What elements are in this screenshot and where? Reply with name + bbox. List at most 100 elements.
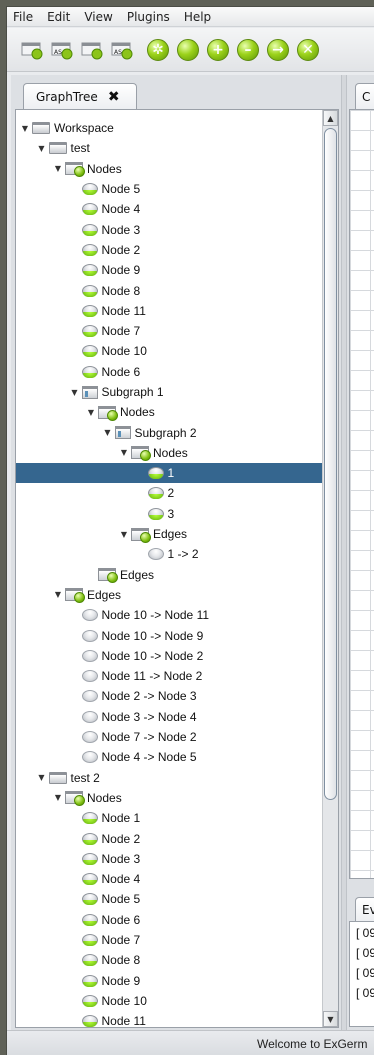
tree-row-label: Node 10 -> Node 2 xyxy=(101,648,204,663)
tree-row[interactable]: Node 5 xyxy=(16,179,322,199)
tree-row-label: Node 7 xyxy=(101,933,141,948)
tree-row[interactable]: Node 2 xyxy=(16,828,322,848)
menu-edit[interactable]: Edit xyxy=(47,10,70,24)
new-graph-button[interactable] xyxy=(21,40,43,60)
app-window: File Edit View Plugins Help AS AS ✲ + – … xyxy=(6,6,374,1055)
tree-row[interactable]: ▼ Nodes xyxy=(16,402,322,422)
tree-row[interactable]: Node 8 xyxy=(16,280,322,300)
tree-row[interactable]: Node 3 xyxy=(16,219,322,239)
scroll-down-icon[interactable]: ▼ xyxy=(323,1011,338,1027)
tree-row[interactable]: Node 3 -> Node 4 xyxy=(16,707,322,727)
tree-row[interactable]: 1 -> 2 xyxy=(16,544,322,564)
node-icon xyxy=(81,893,98,906)
expand-toggle-icon[interactable]: ▼ xyxy=(20,124,30,133)
new-graph-as-button[interactable]: AS xyxy=(51,40,73,60)
tree-row[interactable]: Node 9 xyxy=(16,970,322,990)
scroll-up-icon[interactable]: ▲ xyxy=(323,110,338,126)
tree-row[interactable]: Node 10 xyxy=(16,991,322,1011)
tree-row[interactable]: Node 8 xyxy=(16,950,322,970)
tree-row[interactable]: Node 2 -> Node 3 xyxy=(16,686,322,706)
tree-row[interactable]: Node 10 xyxy=(16,341,322,361)
folder-icon xyxy=(48,771,67,784)
graph-canvas[interactable] xyxy=(349,109,374,879)
tree-row[interactable]: Node 9 xyxy=(16,260,322,280)
layout-button[interactable]: ✲ xyxy=(147,38,169,61)
tree-row[interactable]: Node 10 -> Node 2 xyxy=(16,646,322,666)
open-graph-as-button[interactable]: AS xyxy=(111,40,133,60)
tree-row[interactable]: 3 xyxy=(16,504,322,524)
tree-row[interactable]: Node 2 xyxy=(16,240,322,260)
tree-row-label: Edges xyxy=(87,587,122,602)
tree-row[interactable]: ▼ test 2 xyxy=(16,768,322,788)
expand-toggle-icon[interactable]: ▼ xyxy=(37,144,47,153)
tab-events[interactable]: Ev xyxy=(355,897,374,921)
event-line: [ 09 xyxy=(356,966,374,980)
tree-row[interactable]: ▼ Nodes xyxy=(16,443,322,463)
node-icon xyxy=(81,203,98,216)
tree-row-label: Node 6 xyxy=(101,364,141,379)
status-text: Welcome to ExGerm xyxy=(257,1037,368,1051)
tree-row-label: 3 xyxy=(167,506,175,521)
tree-row[interactable]: ▼ Nodes xyxy=(16,788,322,808)
tree-row[interactable]: ▼ Subgraph 2 xyxy=(16,422,322,442)
open-graph-icon xyxy=(81,42,103,59)
expand-toggle-icon[interactable]: ▼ xyxy=(53,164,63,173)
tree-row[interactable]: Node 11 xyxy=(16,1011,322,1027)
tree-row[interactable]: Node 10 -> Node 9 xyxy=(16,625,322,645)
expand-toggle-icon[interactable]: ▼ xyxy=(103,428,113,437)
menu-view[interactable]: View xyxy=(84,10,112,24)
tree-row[interactable]: Node 11 xyxy=(16,301,322,321)
expand-toggle-icon[interactable]: ▼ xyxy=(53,590,63,599)
add-button[interactable]: + xyxy=(207,38,229,61)
expand-toggle-icon[interactable]: ▼ xyxy=(86,408,96,417)
tree-scrollbar[interactable]: ▲ ▼ xyxy=(322,110,338,1027)
tree-row[interactable]: Node 10 -> Node 11 xyxy=(16,605,322,625)
tree-row[interactable]: ▼ Nodes xyxy=(16,159,322,179)
arrow-button[interactable]: → xyxy=(267,38,289,61)
expand-toggle-icon[interactable]: ▼ xyxy=(53,793,63,802)
tree-row[interactable]: Edges xyxy=(16,565,322,585)
remove-button[interactable]: – xyxy=(237,38,259,61)
tree-row[interactable]: Node 4 -> Node 5 xyxy=(16,747,322,767)
expand-toggle-icon[interactable]: ▼ xyxy=(70,388,80,397)
tree-row[interactable]: Node 1 xyxy=(16,808,322,828)
tab-graphtree[interactable]: GraphTree ✖ xyxy=(23,83,137,109)
menu-file[interactable]: File xyxy=(13,10,33,24)
tree-row[interactable]: Node 6 xyxy=(16,362,322,382)
tab-canvas[interactable]: C xyxy=(355,83,374,109)
node-icon xyxy=(81,1015,98,1027)
tree-row[interactable]: Node 7 xyxy=(16,321,322,341)
menu-plugins[interactable]: Plugins xyxy=(127,10,170,24)
expand-toggle-icon[interactable]: ▼ xyxy=(119,448,129,457)
tree-row[interactable]: Node 5 xyxy=(16,889,322,909)
node-icon xyxy=(81,812,98,825)
tree-row[interactable]: Node 3 xyxy=(16,849,322,869)
expand-toggle-icon[interactable]: ▼ xyxy=(119,530,129,539)
tab-close-icon[interactable]: ✖ xyxy=(108,89,120,105)
status-bar: Welcome to ExGerm xyxy=(7,1030,374,1055)
node-icon xyxy=(81,243,98,256)
tree-row[interactable]: ▼ Edges xyxy=(16,585,322,605)
tree-row[interactable]: ▼ Edges xyxy=(16,524,322,544)
tree-row[interactable]: Node 11 -> Node 2 xyxy=(16,666,322,686)
scroll-thumb[interactable] xyxy=(324,128,337,800)
add-node-button[interactable] xyxy=(177,38,199,61)
close-button[interactable]: ✕ xyxy=(297,38,319,61)
menu-help[interactable]: Help xyxy=(184,10,211,24)
tree-row[interactable]: Node 7 xyxy=(16,930,322,950)
tree-row[interactable]: 2 xyxy=(16,483,322,503)
edge-icon xyxy=(81,751,98,764)
tree-row[interactable]: ▼ test xyxy=(16,138,322,158)
edge-icon xyxy=(81,609,98,622)
expand-toggle-icon[interactable]: ▼ xyxy=(37,773,47,782)
tree-row[interactable]: ▼ Subgraph 1 xyxy=(16,382,322,402)
tree-row[interactable]: Node 7 -> Node 2 xyxy=(16,727,322,747)
tree-row[interactable]: Node 4 xyxy=(16,199,322,219)
open-graph-button[interactable] xyxy=(81,40,103,60)
tree-row[interactable]: Node 6 xyxy=(16,910,322,930)
tree-row[interactable]: 1 xyxy=(16,463,322,484)
tree-row[interactable]: Node 4 xyxy=(16,869,322,889)
group-icon xyxy=(65,791,85,807)
node-icon xyxy=(81,304,98,317)
tree-row[interactable]: ▼ Workspace xyxy=(16,118,322,138)
